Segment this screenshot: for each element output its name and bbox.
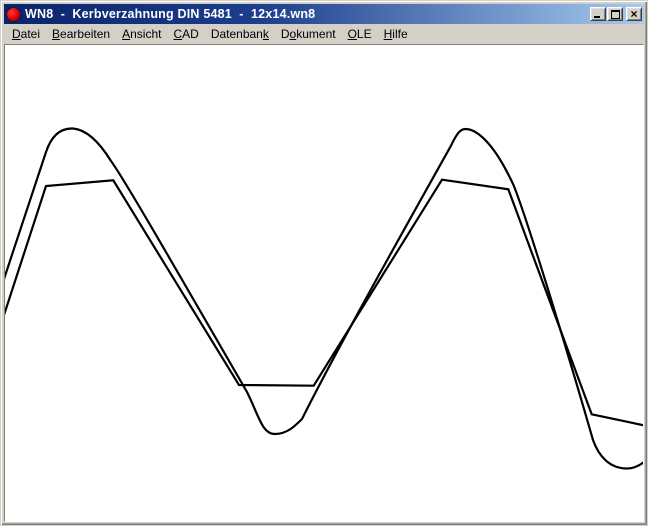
title-bar: WN8 - Kerbverzahnung DIN 5481 - 12x14.wn… bbox=[4, 4, 644, 24]
menu-label-mnemonic: B bbox=[52, 27, 60, 41]
app-icon[interactable] bbox=[7, 8, 20, 21]
menu-item-ole[interactable]: OLE bbox=[342, 25, 378, 44]
menu-label-mnemonic: k bbox=[263, 27, 269, 41]
maximize-button[interactable] bbox=[607, 7, 623, 21]
window-controls: × bbox=[590, 7, 642, 21]
menu-label-mnemonic: O bbox=[348, 27, 357, 41]
menu-item-dokument[interactable]: Dokument bbox=[275, 25, 342, 44]
menu-item-cad[interactable]: CAD bbox=[167, 25, 204, 44]
menu-label-mnemonic: A bbox=[122, 27, 130, 41]
outer-tooth-profile-curve bbox=[5, 128, 643, 468]
close-icon: × bbox=[630, 9, 637, 20]
menu-item-hilfe[interactable]: Hilfe bbox=[378, 25, 414, 44]
menu-label-mnemonic: H bbox=[384, 27, 393, 41]
menu-bar: Datei Bearbeiten Ansicht CAD Datenbank D… bbox=[4, 24, 644, 44]
minimize-icon bbox=[594, 16, 600, 18]
menu-label-part: Datenban bbox=[211, 27, 263, 41]
menu-label-mnemonic: D bbox=[12, 27, 21, 41]
menu-item-bearbeiten[interactable]: Bearbeiten bbox=[46, 25, 116, 44]
inner-tooth-profile-curve bbox=[5, 180, 643, 427]
drawing-canvas bbox=[4, 44, 644, 522]
menu-label-part: kument bbox=[296, 27, 335, 41]
menu-label-mnemonic: C bbox=[173, 27, 182, 41]
application-window: WN8 - Kerbverzahnung DIN 5481 - 12x14.wn… bbox=[0, 0, 648, 526]
menu-label-part: D bbox=[281, 27, 290, 41]
menu-label-part: LE bbox=[357, 27, 372, 41]
menu-item-datenbank[interactable]: Datenbank bbox=[205, 25, 275, 44]
menu-label-part: atei bbox=[21, 27, 40, 41]
tooth-profile-drawing bbox=[5, 45, 643, 521]
menu-item-ansicht[interactable]: Ansicht bbox=[116, 25, 167, 44]
menu-label-part: ilfe bbox=[392, 27, 407, 41]
minimize-button[interactable] bbox=[590, 7, 606, 21]
menu-label-part: nsicht bbox=[130, 27, 161, 41]
window-title: WN8 - Kerbverzahnung DIN 5481 - 12x14.wn… bbox=[25, 4, 315, 24]
menu-label-part: AD bbox=[182, 27, 199, 41]
maximize-icon bbox=[611, 10, 620, 19]
menu-item-datei[interactable]: Datei bbox=[6, 25, 46, 44]
close-button[interactable]: × bbox=[626, 7, 642, 21]
menu-label-part: earbeiten bbox=[60, 27, 110, 41]
